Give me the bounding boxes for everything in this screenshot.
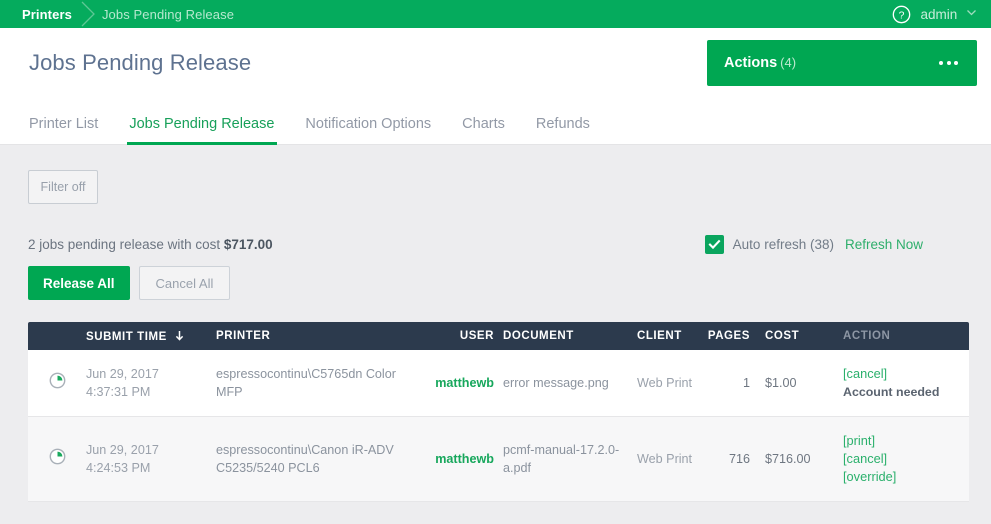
column-header-printer[interactable]: PRINTER bbox=[216, 322, 435, 350]
column-header-action: ACTION bbox=[843, 322, 969, 350]
pending-summary-cost: $717.00 bbox=[223, 237, 273, 252]
cancel-all-button[interactable]: Cancel All bbox=[138, 266, 231, 300]
row-document: pcmf-manual-17.2.0-a.pdf bbox=[503, 416, 637, 502]
table-header-row: SUBMIT TIME PRINTER USER DOCUMENT CLIENT… bbox=[28, 322, 969, 350]
row-submit-time: Jun 29, 2017 4:24:53 PM bbox=[86, 416, 216, 502]
row-document: error message.png bbox=[503, 350, 637, 417]
row-printer: espressocontinu\C5765dn Color MFP bbox=[216, 350, 435, 417]
svg-text:?: ? bbox=[899, 10, 905, 21]
tab-printer-list[interactable]: Printer List bbox=[29, 116, 98, 144]
top-bar-right: ? admin bbox=[892, 5, 977, 24]
clock-icon bbox=[49, 448, 66, 470]
tab-jobs-pending-release[interactable]: Jobs Pending Release bbox=[127, 116, 278, 145]
row-submit-date: Jun 29, 2017 bbox=[86, 367, 159, 381]
column-header-submit-time-label: SUBMIT TIME bbox=[86, 330, 167, 343]
table-body: Jun 29, 2017 4:37:31 PM espressocontinu\… bbox=[28, 350, 969, 502]
table-head: SUBMIT TIME PRINTER USER DOCUMENT CLIENT… bbox=[28, 322, 969, 350]
column-header-client[interactable]: CLIENT bbox=[637, 322, 707, 350]
row-client: Web Print bbox=[637, 416, 707, 502]
row-action-note: Account needed bbox=[843, 385, 940, 399]
ellipsis-icon[interactable] bbox=[939, 61, 958, 65]
row-pages: 1 bbox=[707, 350, 765, 417]
page-title: Jobs Pending Release bbox=[29, 50, 252, 75]
pending-summary-prefix: 2 jobs pending release with cost bbox=[28, 237, 224, 252]
summary-row: 2 jobs pending release with cost $717.00… bbox=[28, 235, 968, 254]
actions-button[interactable]: Actions (4) bbox=[707, 40, 977, 86]
table-row[interactable]: Jun 29, 2017 4:24:53 PM espressocontinu\… bbox=[28, 416, 969, 502]
row-submit-clock: 4:37:31 PM bbox=[86, 385, 151, 399]
auto-refresh-label: Auto refresh (38) bbox=[732, 237, 834, 252]
row-client: Web Print bbox=[637, 350, 707, 417]
row-submit-time: Jun 29, 2017 4:37:31 PM bbox=[86, 350, 216, 417]
row-printer: espressocontinu\Canon iR-ADV C5235/5240 … bbox=[216, 416, 435, 502]
auto-refresh-controls: Auto refresh (38) Refresh Now bbox=[704, 235, 968, 254]
column-header-user[interactable]: USER bbox=[435, 322, 503, 350]
auto-refresh-checkbox[interactable] bbox=[704, 235, 724, 254]
check-icon bbox=[708, 239, 721, 250]
cancel-job-link[interactable]: [cancel] bbox=[843, 450, 969, 468]
cancel-job-link[interactable]: [cancel] bbox=[843, 365, 969, 383]
jobs-pending-release-table: SUBMIT TIME PRINTER USER DOCUMENT CLIENT… bbox=[28, 322, 969, 502]
column-header-cost[interactable]: COST bbox=[765, 322, 843, 350]
actions-button-count: (4) bbox=[780, 55, 797, 70]
bulk-action-buttons: Release All Cancel All bbox=[28, 266, 968, 300]
actions-button-label: Actions bbox=[724, 55, 778, 71]
row-pages: 716 bbox=[707, 416, 765, 502]
row-status-cell bbox=[28, 350, 86, 417]
column-header-icon bbox=[28, 322, 86, 350]
arrow-down-icon bbox=[175, 330, 184, 344]
row-submit-clock: 4:24:53 PM bbox=[86, 461, 151, 475]
tab-notification-options[interactable]: Notification Options bbox=[305, 116, 431, 144]
breadcrumb-separator-icon bbox=[74, 0, 100, 28]
top-bar: Printers Jobs Pending Release ? admin bbox=[0, 0, 991, 28]
user-menu[interactable]: admin bbox=[920, 7, 977, 22]
column-header-submit-time[interactable]: SUBMIT TIME bbox=[86, 322, 216, 350]
jobs-table-wrapper: SUBMIT TIME PRINTER USER DOCUMENT CLIENT… bbox=[28, 322, 969, 502]
chevron-down-icon bbox=[966, 6, 977, 17]
breadcrumb-current: Jobs Pending Release bbox=[101, 6, 235, 22]
content-area: Filter off 2 jobs pending release with c… bbox=[0, 145, 991, 524]
row-actions: [cancel] Account needed bbox=[843, 350, 969, 417]
clock-icon bbox=[49, 372, 66, 394]
row-cost: $716.00 bbox=[765, 416, 843, 502]
row-user[interactable]: matthewb bbox=[435, 416, 503, 502]
row-actions: [print] [cancel] [override] bbox=[843, 416, 969, 502]
breadcrumb: Printers Jobs Pending Release bbox=[22, 0, 234, 28]
breadcrumb-printers-link[interactable]: Printers bbox=[22, 7, 72, 22]
user-name-label: admin bbox=[920, 6, 958, 22]
row-cost: $1.00 bbox=[765, 350, 843, 417]
override-job-link[interactable]: [override] bbox=[843, 468, 969, 486]
refresh-now-link[interactable]: Refresh Now bbox=[845, 237, 923, 252]
help-circle-icon[interactable]: ? bbox=[892, 5, 911, 24]
column-header-document[interactable]: DOCUMENT bbox=[503, 322, 637, 350]
row-user[interactable]: matthewb bbox=[435, 350, 503, 417]
row-submit-date: Jun 29, 2017 bbox=[86, 443, 159, 457]
table-row[interactable]: Jun 29, 2017 4:37:31 PM espressocontinu\… bbox=[28, 350, 969, 417]
row-status-cell bbox=[28, 416, 86, 502]
pending-summary-text: 2 jobs pending release with cost $717.00 bbox=[28, 237, 273, 252]
title-bar: Jobs Pending Release Actions (4) bbox=[0, 28, 991, 98]
filter-toggle-button[interactable]: Filter off bbox=[28, 170, 98, 204]
tab-refunds[interactable]: Refunds bbox=[536, 116, 590, 144]
tab-bar: Printer List Jobs Pending Release Notifi… bbox=[0, 98, 991, 145]
release-all-button[interactable]: Release All bbox=[28, 266, 130, 300]
tab-charts[interactable]: Charts bbox=[462, 116, 505, 144]
print-job-link[interactable]: [print] bbox=[843, 432, 969, 450]
column-header-pages[interactable]: PAGES bbox=[707, 322, 765, 350]
